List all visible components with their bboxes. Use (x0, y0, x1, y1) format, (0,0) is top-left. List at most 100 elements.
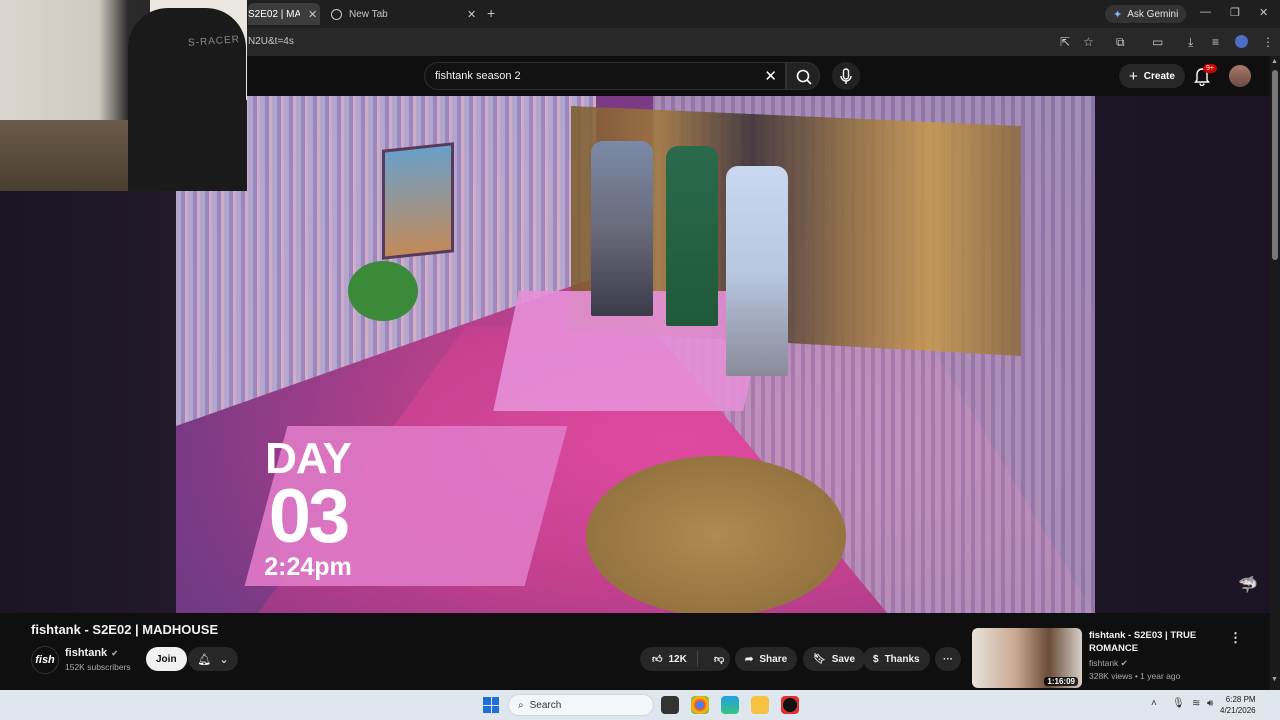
obs-icon[interactable] (781, 696, 799, 714)
scroll-down-icon[interactable]: ▼ (1271, 676, 1278, 683)
gemini-sparkle-icon: ✦ (1113, 8, 1123, 21)
close-tab-icon[interactable]: ✕ (467, 8, 476, 21)
dislike-button[interactable]: 👎︎ (704, 653, 724, 665)
day-time: 2:24pm (264, 553, 352, 581)
file-explorer-icon[interactable] (751, 696, 769, 714)
scene-person (726, 166, 788, 376)
ask-gemini-button[interactable]: ✦ Ask Gemini (1105, 5, 1187, 23)
recommendation-meta: 328K views • 1 year ago (1089, 671, 1181, 681)
recommendation-title[interactable]: fishtank - S2E03 | TRUE ROMANCE (1089, 629, 1209, 655)
save-button[interactable]: 🔖︎ Save (803, 647, 866, 671)
chevron-up-icon[interactable]: ˄ (1151, 698, 1157, 709)
bookmark-star-icon[interactable]: ☆ (1083, 35, 1094, 49)
chrome-icon[interactable] (691, 696, 709, 714)
share-label: Share (759, 653, 788, 665)
clock-time: 6:28 PM (1225, 695, 1256, 704)
tab-label: S2E02 | MADHOUSE (248, 8, 300, 20)
recommendation-channel-name: fishtank (1089, 658, 1119, 668)
scene-plant (348, 261, 418, 321)
microphone-tray-icon[interactable]: 🎙︎ (1172, 698, 1185, 709)
search-icon: ⌕ (518, 699, 524, 711)
scrollbar-thumb[interactable] (1272, 70, 1278, 260)
taskbar-clock[interactable]: 6:28 PM 4/21/2026 (1220, 694, 1256, 716)
video-title: fishtank - S2E02 | MADHOUSE (31, 622, 219, 637)
day-number: 03 (268, 474, 351, 559)
share-button[interactable]: ➦ Share (735, 647, 798, 671)
subscriber-count: 152K subscribers (65, 662, 131, 672)
scene-beanbag (586, 456, 846, 613)
channel-name-text: fishtank (65, 647, 108, 659)
profile-icon[interactable] (1235, 35, 1248, 48)
chevron-down-icon: ⌄ (219, 653, 229, 666)
shark-icon: 🦈 (1238, 577, 1258, 594)
day-overlay: DAY 03 2:24pm (238, 436, 378, 582)
thumbs-up-icon: 👍︎ (652, 654, 663, 665)
task-view-icon[interactable] (661, 696, 679, 714)
share-arrow-icon: ➦ (745, 653, 754, 665)
plus-icon: + (1129, 67, 1138, 85)
join-button[interactable]: Join (146, 647, 187, 671)
tab-label: New Tab (349, 8, 388, 20)
verified-icon: ✔ (1120, 658, 1128, 668)
thanks-button[interactable]: $ Thanks (863, 647, 930, 671)
wifi-icon[interactable]: ≋ (1192, 698, 1200, 709)
page-scrollbar[interactable]: ▲ ▼ (1270, 56, 1280, 690)
ask-gemini-label: Ask Gemini (1127, 8, 1179, 20)
recommendation-menu-icon[interactable]: ⋮ (1229, 630, 1242, 646)
channel-name[interactable]: fishtank ✔ (65, 647, 118, 659)
thumbs-down-icon: 👎︎ (714, 654, 725, 665)
clock-date: 4/21/2026 (1220, 706, 1256, 715)
scroll-up-icon[interactable]: ▲ (1271, 58, 1278, 65)
kebab-menu-icon[interactable]: ⋮ (1262, 35, 1274, 49)
more-actions-button[interactable]: ··· (935, 647, 961, 671)
scene-person (666, 146, 718, 326)
bookmark-icon: 🔖︎ (813, 653, 826, 665)
search-query: fishtank season 2 (435, 70, 521, 82)
webcam-overlay: S-RACER (0, 0, 247, 191)
like-count: 12K (668, 653, 687, 665)
windows-taskbar: ⌕ Search ˄ 🎙︎ ≋ 🔊︎ 6:28 PM 4/21/2026 (0, 690, 1280, 720)
verified-icon: ✔ (109, 649, 119, 658)
windows-start-icon[interactable] (483, 697, 499, 713)
save-label: Save (831, 653, 856, 665)
create-button[interactable]: + Create (1119, 64, 1185, 88)
webcam-clutter (0, 120, 130, 191)
recommendation-thumbnail[interactable]: 1:16:09 (972, 628, 1082, 688)
url-text[interactable]: N2U&t=4s (248, 36, 294, 47)
like-button[interactable]: 👍︎ 12K (640, 651, 698, 667)
like-dislike-group: 👍︎ 12K 👎︎ (640, 647, 730, 671)
download-icon[interactable]: ⤓ (1188, 35, 1193, 50)
globe-icon (331, 8, 342, 20)
new-tab-plus-icon[interactable]: + (487, 5, 495, 21)
install-app-icon[interactable]: ⇱ (1060, 35, 1070, 49)
more-horizontal-icon: ··· (943, 653, 953, 665)
close-tab-icon[interactable]: ✕ (308, 8, 317, 21)
volume-icon[interactable]: 🔊︎ (1207, 698, 1213, 709)
notification-badge: 9+ (1203, 64, 1217, 73)
search-icon (796, 69, 812, 85)
tab-madhouse[interactable]: S2E02 | MADHOUSE ✕ (248, 3, 320, 25)
video-duration: 1:16:09 (1044, 677, 1078, 686)
thanks-label: Thanks (884, 653, 920, 665)
avatar[interactable] (1229, 65, 1251, 87)
close-window-icon[interactable]: ✕ (1259, 6, 1268, 19)
search-button[interactable] (786, 62, 820, 90)
minimize-icon[interactable]: — (1200, 6, 1211, 18)
microphone-icon (840, 68, 852, 84)
edge-icon[interactable] (721, 696, 739, 714)
bell-icon: 🔔︎ (197, 653, 212, 666)
side-panel-icon[interactable]: ▭ (1152, 35, 1163, 49)
channel-avatar[interactable]: fish (31, 646, 59, 674)
extensions-icon[interactable]: ⧉ (1116, 35, 1125, 50)
voice-search-button[interactable] (832, 62, 860, 90)
scene-person (591, 141, 653, 316)
clear-search-icon[interactable]: ✕ (764, 67, 777, 85)
tab-new-tab[interactable]: New Tab ✕ (328, 3, 478, 25)
media-control-icon[interactable]: ≡ (1212, 35, 1219, 49)
thanks-heart-icon: $ (873, 653, 879, 665)
taskbar-search-label: Search (529, 699, 562, 711)
search-input[interactable]: fishtank season 2 ✕ (424, 62, 786, 90)
restore-icon[interactable]: ❐ (1230, 6, 1240, 19)
subscription-bell-button[interactable]: 🔔︎ ⌄ (188, 647, 238, 671)
taskbar-search[interactable]: ⌕ Search (508, 694, 654, 716)
